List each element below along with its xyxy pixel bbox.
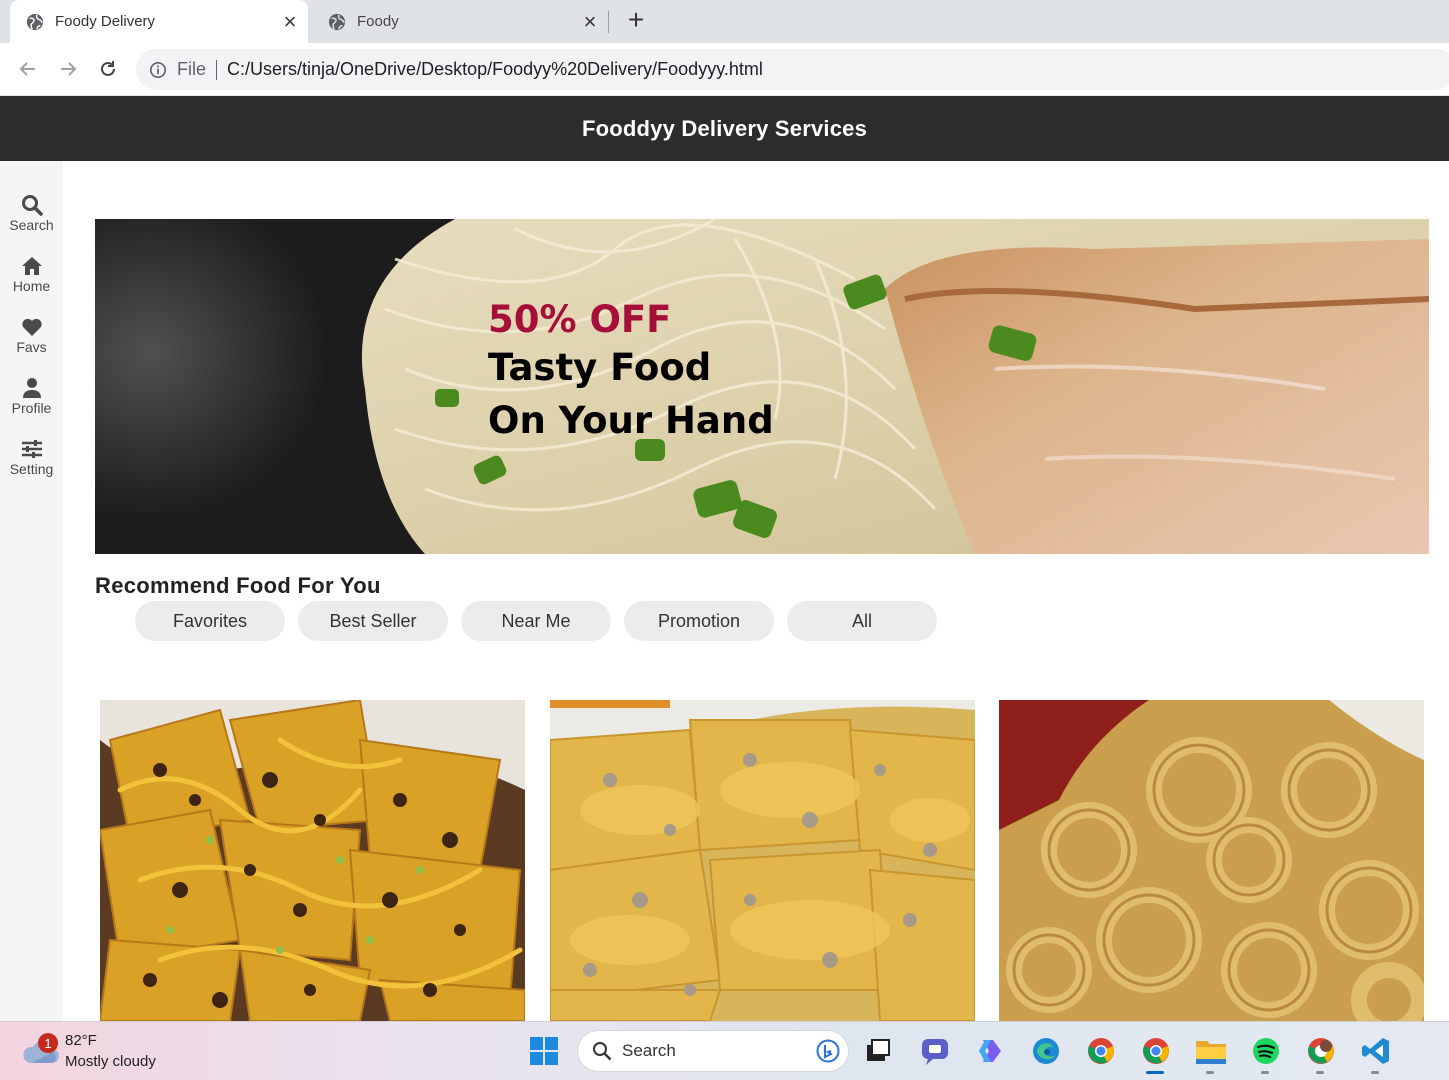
taskbar-search-placeholder: Search — [622, 1041, 676, 1060]
filter-all-button[interactable]: All — [787, 601, 937, 641]
scheme-label: File — [177, 59, 207, 79]
browser-toolbar: File C:/Users/tinja/OneDrive/Desktop/Foo… — [0, 43, 1449, 96]
file-explorer-icon[interactable] — [1194, 1034, 1228, 1068]
promo-headline: Tasty Food — [488, 346, 712, 389]
promo-text: 50% OFF Tasty Food On Your Hand — [488, 299, 774, 447]
globe-icon — [26, 13, 44, 30]
sidebar-item-setting[interactable]: Setting — [0, 438, 63, 477]
cloud-icon: 1 — [22, 1033, 60, 1067]
sidebar-item-label: Setting — [9, 461, 54, 477]
beef-nachos-photo — [100, 700, 525, 1021]
chrome-active-icon[interactable] — [1139, 1034, 1173, 1068]
page-title: Fooddyy Delivery Services — [581, 115, 868, 141]
sidebar-item-label: Search — [9, 217, 54, 233]
promo-banner[interactable]: 50% OFF Tasty Food On Your Hand — [95, 219, 1429, 554]
url-text[interactable]: C:/Users/tinja/OneDrive/Desktop/Foodyy%2… — [227, 59, 763, 80]
sidebar-item-label: Favs — [16, 339, 47, 355]
sidebar: Search Home Favs Profile Setting — [0, 161, 63, 1021]
sidebar-item-profile[interactable]: Profile — [0, 377, 63, 416]
sidebar-item-label: Home — [12, 278, 51, 294]
tab-title: Foody Delivery — [55, 13, 156, 30]
globe-icon — [328, 13, 346, 30]
notification-badge: 1 — [38, 1033, 58, 1053]
spotify-icon[interactable] — [1249, 1034, 1283, 1068]
food-card-fried-calamari[interactable] — [999, 700, 1424, 1021]
reload-icon[interactable] — [95, 56, 121, 82]
heart-icon — [21, 318, 42, 336]
cheese-nachos-photo — [550, 700, 975, 1021]
running-indicator — [1261, 1071, 1269, 1074]
tab-title: Foody — [357, 13, 399, 30]
sidebar-item-label: Profile — [11, 400, 52, 416]
promo-subheadline: On Your Hand — [488, 399, 774, 442]
filter-favorites-button[interactable]: Favorites — [135, 601, 285, 641]
back-arrow-icon[interactable] — [15, 56, 41, 82]
food-card-beef-nachos[interactable] — [100, 700, 525, 1021]
search-icon — [21, 195, 43, 216]
close-tab-icon[interactable]: × — [276, 9, 304, 35]
running-indicator — [1316, 1071, 1324, 1074]
address-divider — [216, 59, 218, 80]
chrome-beta-icon[interactable] — [1304, 1034, 1338, 1068]
taskbar-search-box[interactable]: Search — [577, 1030, 849, 1072]
address-bar[interactable]: File C:/Users/tinja/OneDrive/Desktop/Foo… — [136, 49, 1449, 90]
sidebar-item-search[interactable]: Search — [0, 194, 63, 233]
fried-calamari-photo — [999, 700, 1424, 1021]
new-tab-plus-icon[interactable]: + — [621, 6, 651, 36]
section-title: Recommend Food For You — [95, 573, 381, 598]
discount-label: 50% OFF — [488, 298, 672, 341]
chrome-profile-icon[interactable] — [1084, 1034, 1118, 1068]
running-indicator — [1371, 1071, 1379, 1074]
tab-foody-delivery[interactable]: Foody Delivery × — [10, 0, 308, 43]
edge-browser-icon[interactable] — [1029, 1034, 1063, 1068]
search-icon — [593, 1042, 612, 1061]
sidebar-item-favs[interactable]: Favs — [0, 316, 63, 355]
sliders-icon — [21, 440, 42, 458]
user-icon — [22, 378, 41, 398]
teams-chat-icon[interactable] — [918, 1034, 952, 1068]
close-tab-icon[interactable]: × — [576, 9, 604, 35]
tab-separator — [608, 11, 609, 33]
weather-widget[interactable]: 1 82°F Mostly cloudy — [22, 1030, 156, 1072]
vscode-icon[interactable] — [1359, 1034, 1393, 1068]
filter-chips: Favorites Best Seller Near Me Promotion … — [135, 601, 937, 641]
windows-taskbar: 1 82°F Mostly cloudy Search — [0, 1021, 1449, 1080]
forward-arrow-icon[interactable] — [55, 56, 81, 82]
home-icon — [21, 257, 42, 275]
browser-tab-strip: Foody Delivery × Foody × + — [0, 0, 1449, 43]
filter-best-seller-button[interactable]: Best Seller — [298, 601, 448, 641]
filter-promotion-button[interactable]: Promotion — [624, 601, 774, 641]
copilot-icon[interactable] — [973, 1034, 1007, 1068]
active-app-indicator — [1146, 1071, 1164, 1074]
running-indicator — [1206, 1071, 1214, 1074]
sidebar-item-home[interactable]: Home — [0, 255, 63, 294]
site-header: Fooddyy Delivery Services — [0, 96, 1449, 161]
task-view-icon[interactable] — [861, 1034, 895, 1068]
weather-condition: Mostly cloudy — [65, 1053, 156, 1070]
info-icon[interactable] — [149, 61, 167, 79]
bing-chat-icon[interactable] — [816, 1039, 840, 1063]
weather-temp: 82°F — [65, 1032, 97, 1049]
food-card-cheese-nachos[interactable] — [550, 700, 975, 1021]
tab-foody[interactable]: Foody × — [312, 0, 608, 43]
windows-start-icon[interactable] — [527, 1034, 561, 1068]
filter-near-me-button[interactable]: Near Me — [461, 601, 611, 641]
